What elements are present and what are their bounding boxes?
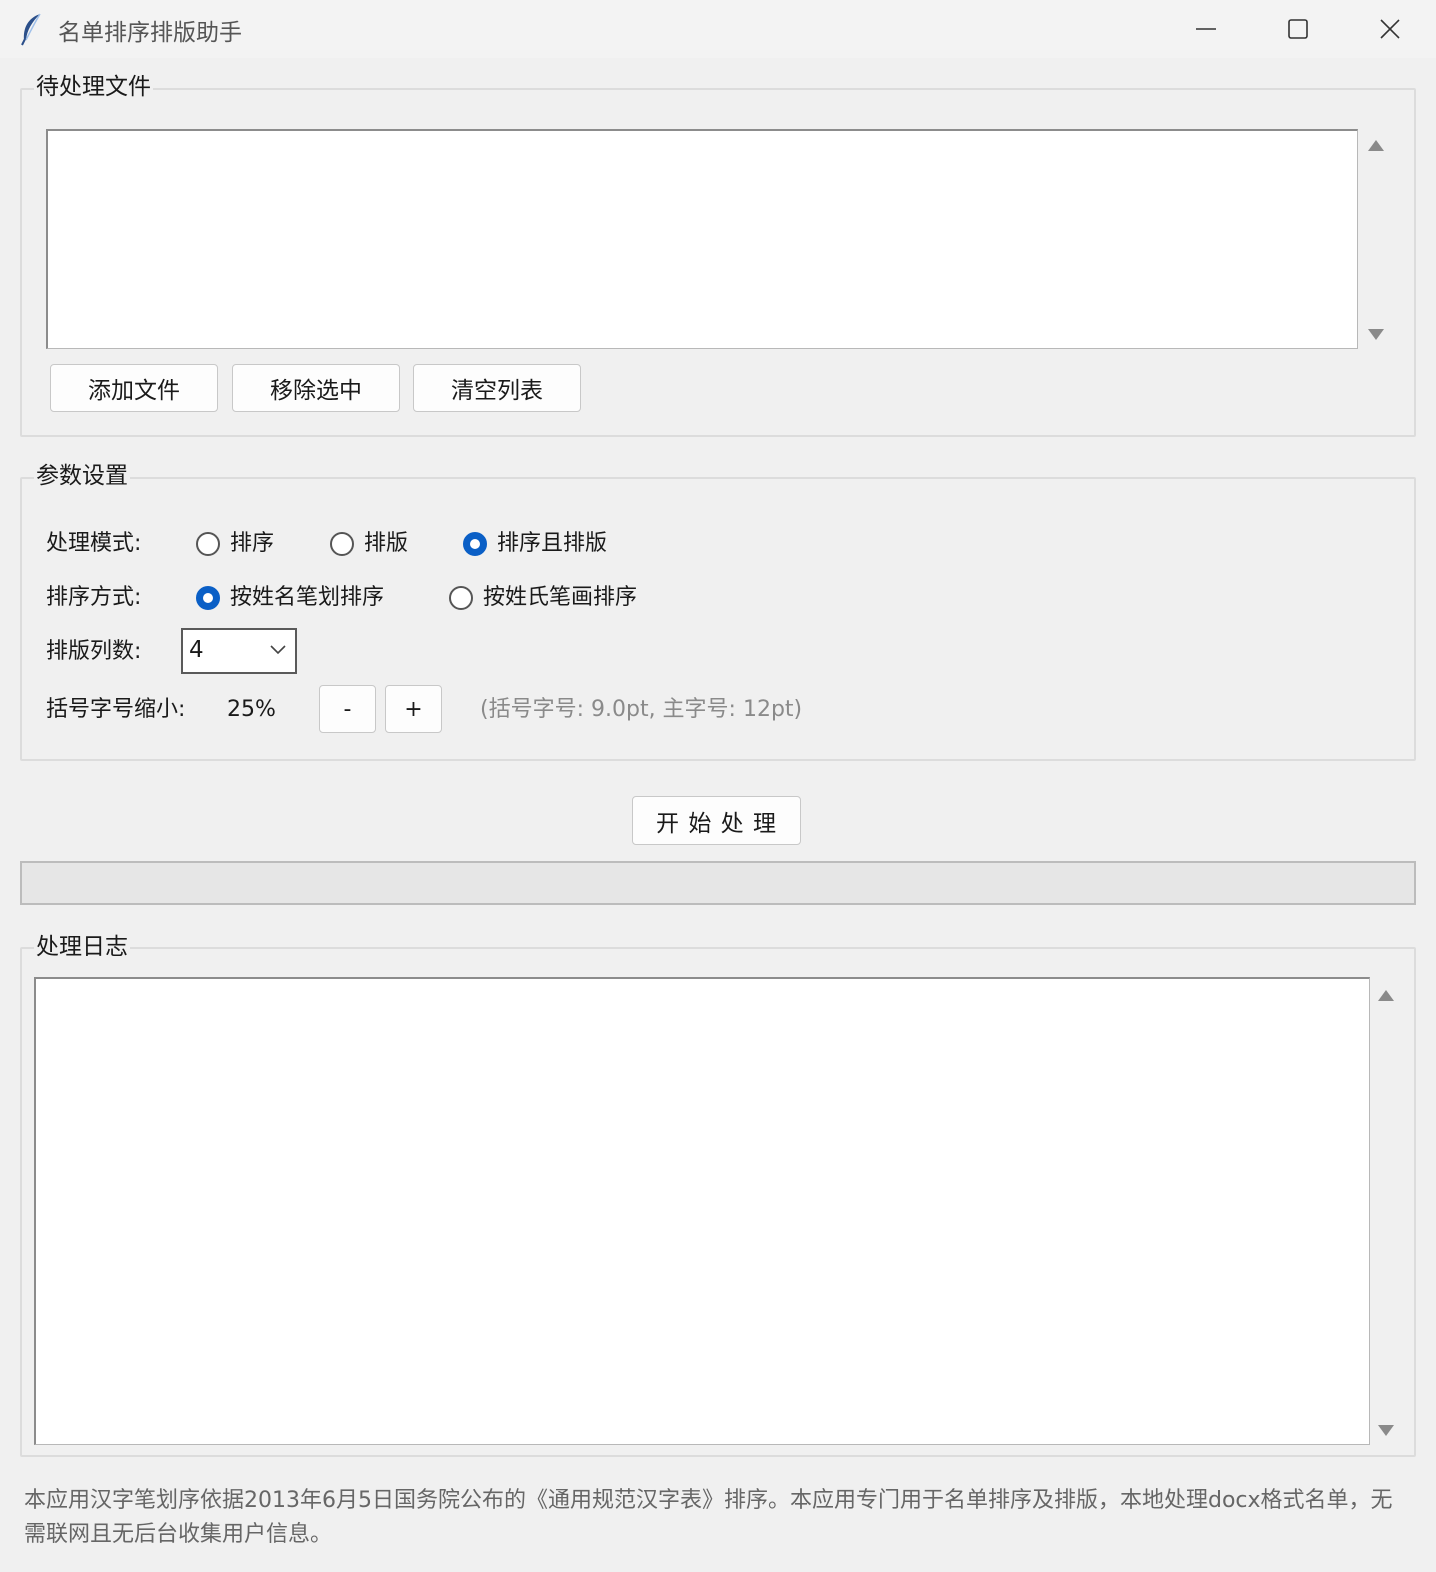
bracket-shrink-label: 括号字号缩小: (46, 697, 186, 722)
footer-note: 本应用汉字笔划序依据2013年6月5日国务院公布的《通用规范汉字表》排序。本应用… (24, 1488, 1393, 1547)
start-button[interactable]: 开 始 处 理 (632, 796, 801, 845)
params-group-label: 参数设置 (34, 462, 130, 490)
log-scrollbar[interactable] (1370, 977, 1404, 1445)
maximize-icon (1288, 19, 1308, 39)
scroll-down-icon[interactable] (1368, 329, 1384, 340)
columns-select[interactable]: 4 (181, 628, 297, 674)
font-size-hint: (括号字号: 9.0pt, 主字号: 12pt) (480, 697, 803, 722)
close-icon (1380, 19, 1400, 39)
log-textarea[interactable] (34, 977, 1370, 1445)
scroll-down-icon[interactable] (1378, 1425, 1394, 1436)
mode-label: 处理模式: (46, 531, 142, 556)
log-group-label: 处理日志 (34, 933, 130, 961)
columns-label: 排版列数: (46, 639, 142, 664)
remove-selected-button[interactable]: 移除选中 (232, 364, 400, 412)
decrease-button[interactable]: - (319, 685, 376, 733)
sort-option-surname[interactable]: 按姓氏笔画排序 (483, 584, 637, 612)
window-title: 名单排序排版助手 (58, 20, 242, 46)
close-button[interactable] (1344, 0, 1436, 58)
mode-option-layout[interactable]: 排版 (364, 530, 408, 558)
minimize-button[interactable] (1160, 0, 1252, 58)
mode-radio-layout[interactable] (330, 532, 354, 556)
increase-button[interactable]: + (385, 685, 442, 733)
sort-method-label: 排序方式: (46, 585, 142, 610)
chevron-down-icon[interactable] (269, 642, 287, 656)
add-file-button[interactable]: 添加文件 (50, 364, 218, 412)
progress-bar (20, 861, 1416, 905)
bracket-shrink-value: 25% (227, 697, 276, 722)
minimize-icon (1196, 28, 1216, 30)
sort-radio-fullname[interactable] (196, 586, 220, 610)
mode-option-sort[interactable]: 排序 (230, 530, 274, 558)
title-bar: 名单排序排版助手 (0, 0, 1436, 58)
mode-option-sort-and-layout[interactable]: 排序且排版 (497, 530, 607, 558)
sort-radio-surname[interactable] (449, 586, 473, 610)
maximize-button[interactable] (1252, 0, 1344, 58)
sort-option-fullname[interactable]: 按姓名笔划排序 (230, 584, 384, 612)
scroll-up-icon[interactable] (1368, 140, 1384, 151)
file-list-scrollbar[interactable] (1358, 129, 1396, 349)
columns-select-value: 4 (189, 637, 204, 663)
clear-list-button[interactable]: 清空列表 (413, 364, 581, 412)
mode-radio-sort[interactable] (196, 532, 220, 556)
mode-radio-sort-and-layout[interactable] (463, 532, 487, 556)
files-group-label: 待处理文件 (34, 73, 153, 101)
feather-icon (18, 12, 46, 46)
file-listbox[interactable] (46, 129, 1358, 349)
scroll-up-icon[interactable] (1378, 990, 1394, 1001)
